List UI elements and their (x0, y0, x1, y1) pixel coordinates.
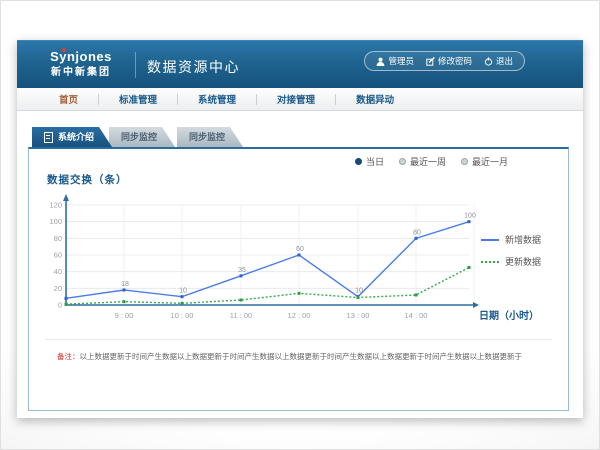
nav-item-home[interactable]: 首页 (39, 92, 98, 106)
brand-subtitle: 新中新集团 (31, 66, 131, 79)
nav-item-system[interactable]: 系统管理 (178, 92, 256, 106)
svg-text:100: 100 (49, 217, 62, 226)
nav-item-data-changes[interactable]: 数据异动 (336, 92, 414, 106)
svg-text:60: 60 (54, 251, 62, 260)
user-toolbar: 管理员 修改密码 退出 (364, 51, 525, 71)
main-nav: 首页 标准管理 系统管理 对接管理 数据异动 (17, 88, 583, 111)
tab-label: 同步监控 (121, 132, 157, 142)
footnote: 备注：以上数据更新于时间产生数据以上数据更新于时间产生数据以上数据更新于时间产生… (57, 351, 554, 362)
tab-system-intro[interactable]: 系统介绍 (32, 127, 112, 147)
legend-updated-data[interactable]: 更新数据 (481, 255, 541, 268)
user-icon (376, 57, 385, 66)
svg-text:0: 0 (58, 301, 62, 310)
nav-item-integration[interactable]: 对接管理 (257, 92, 335, 106)
svg-text:14 : 00: 14 : 00 (405, 311, 428, 320)
edit-icon (426, 57, 435, 66)
svg-text:11 : 00: 11 : 00 (230, 311, 252, 320)
dotted-line-icon (481, 261, 499, 263)
chart-panel: 当日 最近一周 最近一月 数据交换（条） 0 20 40 60 80 100 120 9 : … (28, 147, 569, 411)
header-divider (135, 52, 136, 78)
radio-selected-icon (355, 158, 362, 165)
change-password-label: 修改密码 (438, 55, 472, 67)
svg-text:10 : 00: 10 : 00 (171, 311, 194, 320)
y-axis-title: 数据交换（条） (47, 172, 128, 187)
document-icon (44, 132, 53, 143)
panel-divider (45, 339, 552, 340)
svg-text:20: 20 (54, 284, 62, 293)
solid-line-icon (481, 239, 499, 241)
time-range-filter: 当日 最近一周 最近一月 (355, 155, 508, 168)
filter-label: 最近一周 (410, 155, 446, 168)
radio-unselected-icon (461, 158, 468, 165)
tab-sync-monitor-2[interactable]: 同步监控 (177, 127, 243, 147)
brand-text: Synjones (50, 49, 112, 64)
filter-last-week[interactable]: 最近一周 (399, 155, 446, 168)
brand-logo: Synjones 新中新集团 (31, 48, 131, 79)
svg-text:10: 10 (355, 288, 363, 295)
svg-text:100: 100 (464, 213, 476, 220)
power-icon (484, 57, 493, 66)
app-window: Synjones 新中新集团 数据资源中心 管理员 修改密码 (17, 40, 583, 418)
page-background: { "header": { "logo": { "brand": "Synjon… (0, 0, 600, 450)
logout-button[interactable]: 退出 (484, 55, 513, 67)
tab-sync-monitor-1[interactable]: 同步监控 (109, 127, 175, 147)
svg-text:9 : 00: 9 : 00 (115, 311, 134, 320)
filter-today[interactable]: 当日 (355, 155, 384, 168)
chart-legend: 新增数据 更新数据 (481, 233, 541, 268)
svg-text:35: 35 (238, 267, 246, 274)
svg-text:80: 80 (413, 229, 421, 236)
tab-label: 同步监控 (189, 132, 225, 142)
page-title: 数据资源中心 (147, 57, 240, 77)
app-header: Synjones 新中新集团 数据资源中心 管理员 修改密码 (17, 40, 583, 88)
legend-label: 更新数据 (505, 255, 541, 268)
user-name-label: 管理员 (388, 55, 414, 67)
filter-last-month[interactable]: 最近一月 (461, 155, 508, 168)
nav-item-standards[interactable]: 标准管理 (99, 92, 177, 106)
svg-text:12 : 00: 12 : 00 (288, 311, 311, 320)
legend-new-data[interactable]: 新增数据 (481, 233, 541, 246)
tab-bar: 同步监控 同步监控 系统介绍 (17, 127, 583, 147)
svg-text:60: 60 (296, 246, 304, 253)
brand-name: Synjones (50, 50, 112, 64)
svg-text:10: 10 (179, 288, 187, 295)
legend-label: 新增数据 (505, 233, 541, 246)
filter-label: 最近一月 (472, 155, 508, 168)
footnote-text: 以上数据更新于时间产生数据以上数据更新于时间产生数据以上数据更新于时间产生数据以… (80, 352, 523, 361)
svg-text:40: 40 (54, 267, 62, 276)
svg-text:13 : 00: 13 : 00 (347, 311, 370, 320)
footnote-label: 备注： (57, 352, 80, 361)
tab-label: 系统介绍 (58, 127, 94, 147)
current-user[interactable]: 管理员 (376, 55, 414, 67)
x-axis-title: 日期（小时） (479, 307, 539, 322)
filter-label: 当日 (366, 155, 384, 168)
logout-label: 退出 (496, 55, 513, 67)
svg-text:18: 18 (121, 281, 129, 288)
radio-unselected-icon (399, 158, 406, 165)
change-password-button[interactable]: 修改密码 (426, 55, 472, 67)
svg-text:80: 80 (54, 234, 62, 243)
svg-text:120: 120 (49, 201, 62, 210)
